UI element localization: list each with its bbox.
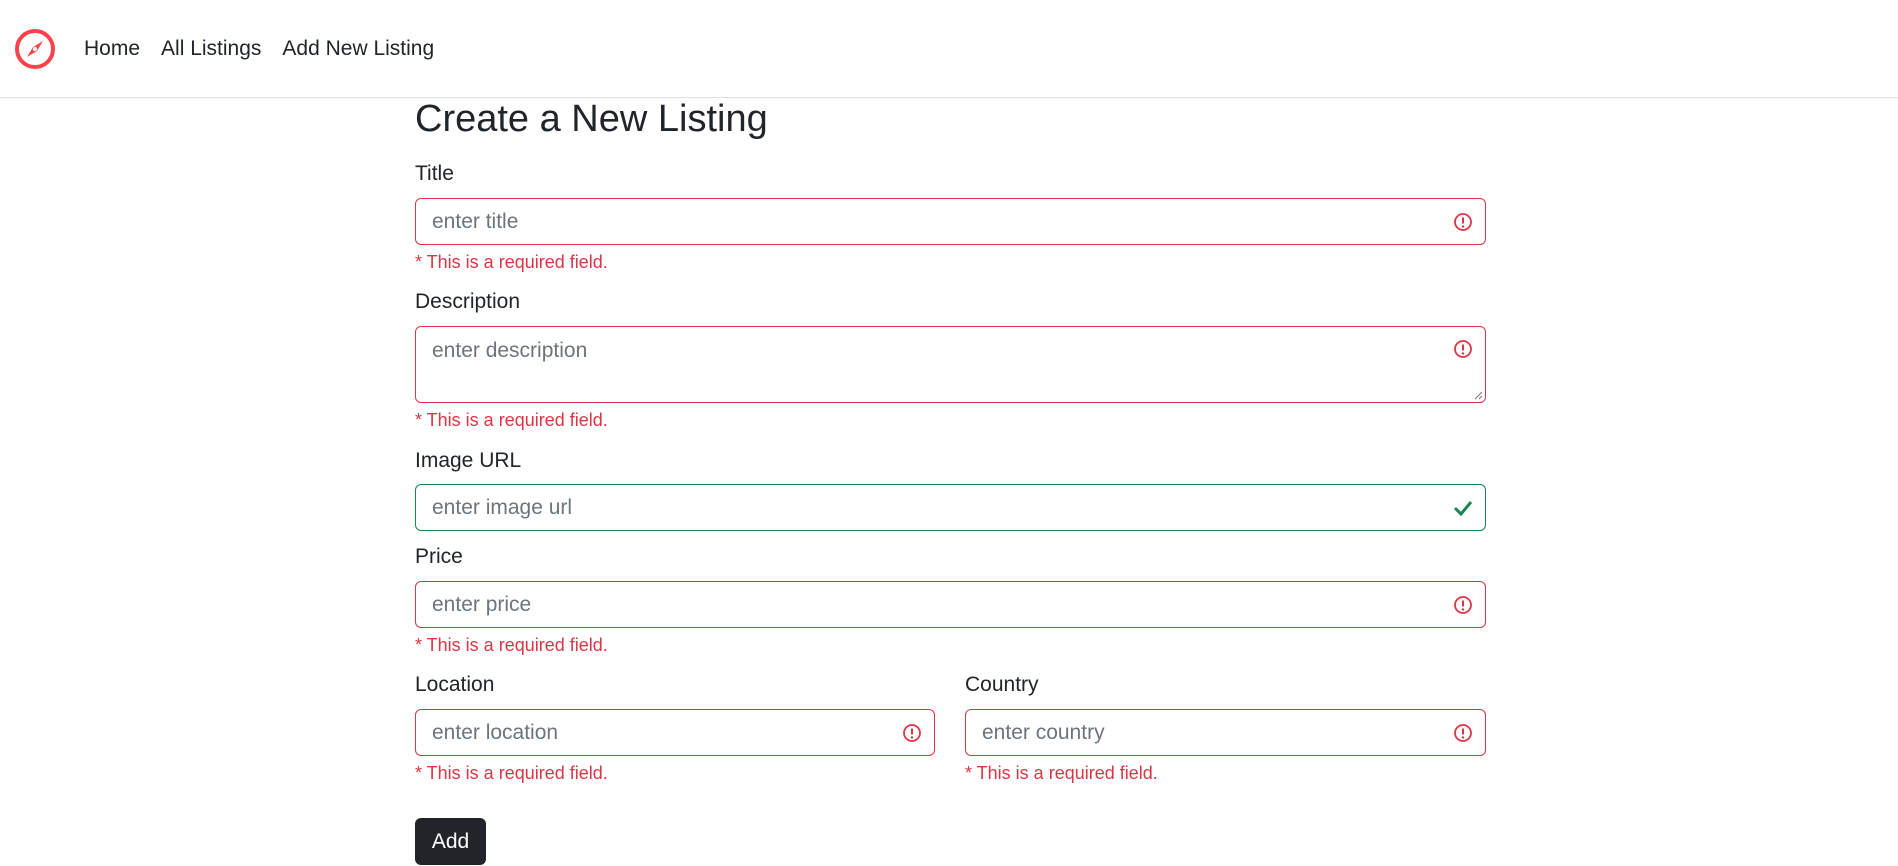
nav-link-all-listings[interactable]: All Listings: [161, 37, 261, 61]
nav-link-home[interactable]: Home: [84, 37, 140, 61]
compass-icon[interactable]: [14, 28, 56, 70]
error-icon: [903, 723, 921, 742]
location-error: * This is a required field.: [415, 763, 608, 783]
title-label: Title: [415, 162, 454, 185]
location-label: Location: [415, 673, 495, 696]
error-icon: [1454, 212, 1472, 231]
error-icon: [1454, 340, 1472, 358]
image-url-label: Image URL: [415, 449, 522, 472]
title-placeholder: enter title: [432, 209, 519, 233]
price-error: * This is a required field.: [415, 635, 608, 655]
country-placeholder: enter country: [982, 720, 1105, 744]
error-icon: [1454, 595, 1472, 614]
page-title: Create a New Listing: [415, 98, 768, 140]
description-label: Description: [415, 290, 521, 313]
country-input[interactable]: enter country: [965, 709, 1486, 756]
country-error: * This is a required field.: [965, 763, 1158, 783]
location-input[interactable]: enter location: [415, 709, 935, 756]
price-placeholder: enter price: [432, 592, 532, 616]
check-icon: [1453, 500, 1473, 516]
price-input[interactable]: enter price: [415, 581, 1486, 628]
location-placeholder: enter location: [432, 720, 559, 744]
description-placeholder: enter description: [432, 339, 588, 362]
resize-handle-icon[interactable]: [1473, 390, 1483, 400]
error-icon: [1454, 723, 1472, 742]
price-label: Price: [415, 545, 463, 568]
add-button[interactable]: Add: [415, 818, 486, 865]
description-error: * This is a required field.: [415, 410, 608, 430]
navbar: Home All Listings Add New Listing: [0, 0, 1898, 98]
image-url-input[interactable]: enter image url: [415, 484, 1486, 531]
title-input[interactable]: enter title: [415, 198, 1486, 245]
nav-link-add-new-listing[interactable]: Add New Listing: [282, 37, 434, 61]
country-label: Country: [965, 673, 1039, 696]
description-textarea[interactable]: enter description: [415, 326, 1486, 403]
title-error: * This is a required field.: [415, 252, 608, 272]
image-url-placeholder: enter image url: [432, 495, 573, 519]
